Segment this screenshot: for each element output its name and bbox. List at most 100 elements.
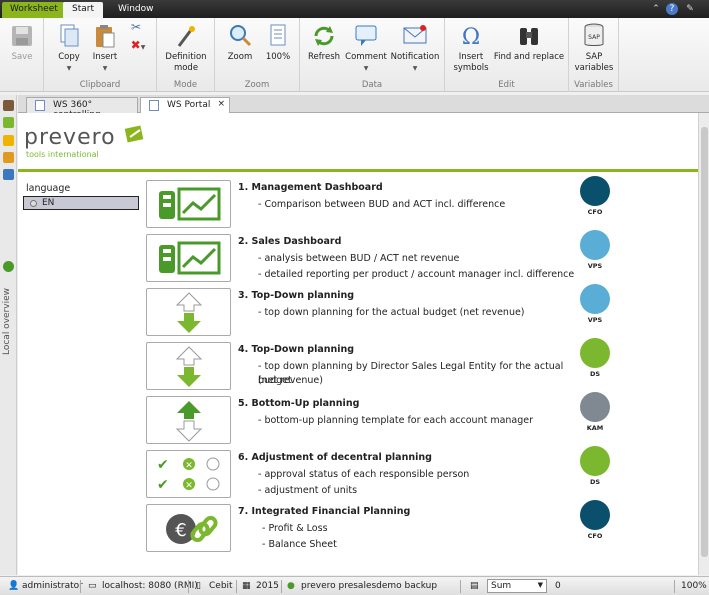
tab-label: WS Portal [167,100,211,110]
panel-icon-4[interactable] [3,152,14,163]
panel-icon-1[interactable] [3,100,14,111]
portal-content: prevero tools international language EN … [18,113,698,575]
adjustment-planning-tile[interactable]: ✔ ✔ ✕ ✕ [146,450,231,498]
top-down-planning-tile[interactable] [146,288,231,336]
variables-label: variables [574,63,614,73]
delete-button[interactable]: ✖▼ [126,39,150,53]
application-window: Worksheet Start Window ⌃ ? ✎ Save Copy ▼ … [0,0,709,595]
group-data: Refresh Comment ▼ Notification ▼ Data [300,18,445,92]
comment-icon [355,25,377,46]
item-title[interactable]: 6. Adjustment of decentral planning [238,452,432,463]
item-title[interactable]: 5. Bottom-Up planning [238,398,359,409]
item-title[interactable]: 7. Integrated Financial Planning [238,506,410,517]
globe-icon[interactable] [3,261,14,272]
tab-worksheet[interactable]: Worksheet [2,2,66,18]
role-person-icon [580,500,610,530]
refresh-button[interactable]: Refresh [304,22,344,63]
item-title[interactable]: 1. Management Dashboard [238,182,383,193]
svg-text:SAP: SAP [588,34,600,41]
group-mode: Definition mode Mode [157,18,215,92]
sales-dashboard-tile[interactable] [146,234,231,282]
management-dashboard-tile[interactable] [146,180,231,228]
role-person-icon [580,338,610,368]
group-zoom: Zoom 100% Zoom [215,18,300,92]
document-icon [35,100,45,111]
aggregation-select[interactable]: Sum ▼ [487,579,547,593]
group-label-mode: Mode [173,80,198,90]
svg-text:€: € [175,520,186,541]
role-label: DS [589,478,601,486]
portal-item-4: 4. Top-Down planning - top down planning… [18,338,698,394]
panel-icon-2[interactable] [3,117,14,128]
vertical-scrollbar[interactable] [698,113,709,575]
group-label-variables: Variables [574,80,613,90]
user-icon: 👤 [8,581,20,591]
item-desc: - Profit & Loss [262,523,328,534]
aggregation-value: Sum [491,581,512,591]
logo-brand: prevero [24,125,116,150]
find-replace-button[interactable]: Find and replace [491,22,567,63]
help-icon[interactable]: ? [666,3,678,15]
local-overview-label[interactable]: Local overview [2,288,12,355]
menu-bar: Worksheet Start Window ⌃ ? ✎ [0,0,709,18]
mode-label: mode [173,63,199,73]
role-label: DS [589,370,601,378]
insert-button[interactable]: Insert ▼ [88,22,122,74]
copy-icon [60,24,79,47]
item-title[interactable]: 2. Sales Dashboard [238,236,341,247]
document-tabs: WS 360° controlling WS Portal × [18,95,709,120]
copy-button[interactable]: Copy ▼ [52,22,86,74]
tools-icon[interactable]: ✎ [684,3,696,15]
role-person-icon [580,176,610,206]
comment-button[interactable]: Comment ▼ [344,22,388,74]
tab-ws-portal[interactable]: WS Portal × [140,97,230,113]
item-desc: - approval status of each responsible pe… [258,469,470,480]
scrollbar-thumb[interactable] [701,127,708,557]
item-desc: - bottom-up planning template for each a… [258,415,534,426]
bottom-up-planning-tile[interactable] [146,396,231,444]
role-person-icon [580,446,610,476]
envelope-icon [403,25,427,44]
panel-icon-3[interactable] [3,135,14,146]
calculator-icon: ▤ [470,581,479,591]
collapse-ribbon-icon[interactable]: ⌃ [650,3,662,15]
prevero-logo: prevero tools international [24,125,184,165]
zoom-button[interactable]: Zoom [223,22,257,63]
role-label: CFO [587,532,603,540]
item-title[interactable]: 4. Top-Down planning [238,344,354,355]
tab-ws-360-controlling[interactable]: WS 360° controlling [26,97,138,120]
local-overview-panel[interactable]: Local overview [0,95,17,575]
find-replace-label: Find and replace [493,52,565,62]
tab-start[interactable]: Start [63,2,103,18]
omega-icon: Ω [462,25,480,50]
panel-icon-5[interactable] [3,169,14,180]
notification-label: Notification [390,52,440,62]
item-title[interactable]: 3. Top-Down planning [238,290,354,301]
cut-button[interactable]: ✂ [126,21,146,35]
magnifier-icon [230,25,252,47]
sap-variables-button[interactable]: SAP SAP variables [572,22,616,74]
close-tab-icon[interactable]: × [217,99,225,109]
status-divider [460,580,461,593]
status-bar: 👤 administrator ▭ localhost: 8080 (RMI) … [0,576,709,595]
zoom-100-button[interactable]: 100% [261,22,295,63]
chevron-down-icon: ▼ [537,581,543,589]
status-zoom: 100% [681,581,707,591]
status-value: 0 [555,581,561,591]
tab-window[interactable]: Window [110,2,162,18]
insert-symbols-button[interactable]: Ω Insert symbols [449,22,493,74]
group-label-zoom: Zoom [244,80,270,90]
definition-mode-button[interactable]: Definition mode [161,22,211,74]
ribbon: Save Copy ▼ Insert ▼ ✂ ✖▼ Clipboard Defini… [0,18,709,92]
top-down-planning-ds-tile[interactable] [146,342,231,390]
portal-item-3: 3. Top-Down planning - top down planning… [18,284,698,340]
save-button[interactable]: Save [6,22,38,63]
status-year: 2015 [256,581,279,591]
integrated-financial-planning-tile[interactable]: € [146,504,231,552]
status-company: Cebit [209,581,233,591]
status-divider [236,580,237,593]
notification-button[interactable]: Notification ▼ [388,22,442,74]
dashboard-icon [159,241,221,275]
role-person-icon [580,392,610,422]
status-divider [674,580,675,593]
